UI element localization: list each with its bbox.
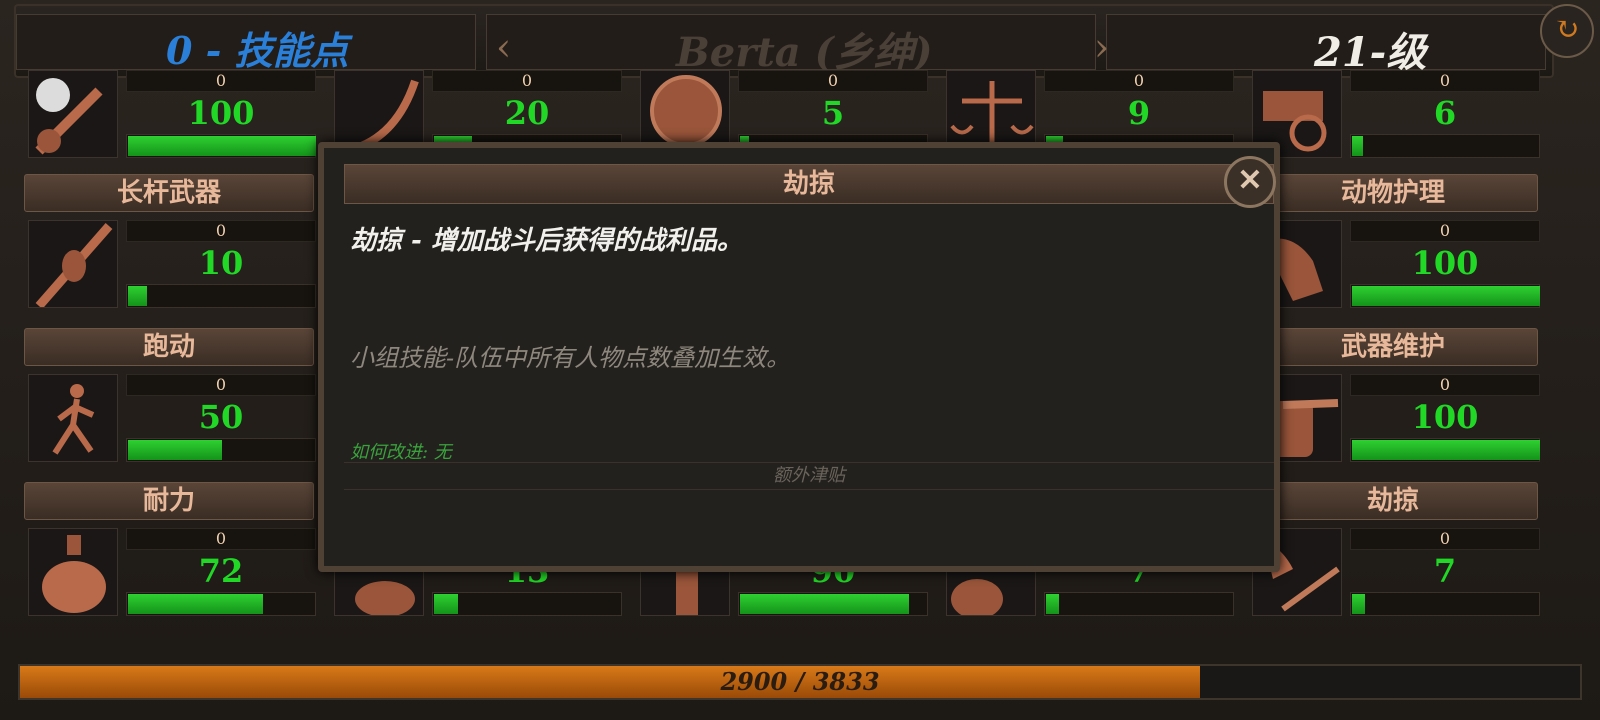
skill-bonus: 0 <box>1350 70 1540 92</box>
refresh-icon[interactable]: ↻ <box>1540 4 1594 58</box>
skill-progress-fill <box>1352 594 1366 614</box>
skill-title: 劫掠 <box>1248 482 1538 520</box>
skill-cell-running[interactable]: 跑动 0 50 <box>18 322 316 468</box>
skill-progress-fill <box>128 136 316 156</box>
skill-cell-looting[interactable]: 劫掠 0 7 <box>1242 476 1540 622</box>
skill-progress-bar <box>1350 592 1540 616</box>
skill-progress-fill <box>128 286 147 306</box>
skill-value: 7 <box>1433 552 1457 590</box>
skill-progress-bar <box>1350 134 1540 158</box>
skill-progress-bar <box>738 592 928 616</box>
runner-icon <box>28 374 118 462</box>
skill-value: 100 <box>1411 398 1479 436</box>
skill-bonus: 0 <box>1350 220 1540 242</box>
skill-progress-fill <box>1352 440 1540 460</box>
skill-value: 72 <box>198 552 244 590</box>
skill-bonus: 0 <box>126 220 316 242</box>
skill-bonus: 0 <box>432 70 622 92</box>
skill-bonus: 0 <box>126 528 316 550</box>
skill-progress-bar <box>1350 438 1540 462</box>
skill-progress-fill <box>128 440 222 460</box>
skill-cell-animal-care[interactable]: 动物护理 0 100 <box>1242 168 1540 314</box>
skill-bonus: 0 <box>738 70 928 92</box>
skill-progress-fill <box>128 594 264 614</box>
skill-title: 武器维护 <box>1248 328 1538 366</box>
popup-title: 劫掠 <box>344 164 1274 204</box>
skill-value: 50 <box>198 398 244 436</box>
skill-title: 跑动 <box>24 328 314 366</box>
skill-progress-bar <box>1350 284 1540 308</box>
skill-value: 100 <box>187 94 255 132</box>
popup-description: 劫掠 - 增加战斗后获得的战利品。 <box>350 226 743 256</box>
skill-cell[interactable]: 0 6 <box>1242 18 1540 164</box>
skill-progress-bar <box>432 592 622 616</box>
experience-text: 2900 / 3833 <box>720 667 880 696</box>
skill-title: 长杆武器 <box>24 174 314 212</box>
skill-cell-endurance[interactable]: 耐力 0 72 <box>18 476 316 622</box>
skill-title: 耐力 <box>24 482 314 520</box>
skill-progress-fill <box>434 594 459 614</box>
skill-cell-weapon-care[interactable]: 武器维护 0 100 <box>1242 322 1540 468</box>
popup-group-note: 小组技能-队伍中所有人物点数叠加生效。 <box>350 344 791 372</box>
popup-improve: 如何改进: 无 <box>350 442 452 463</box>
skill-progress-bar <box>1044 592 1234 616</box>
skill-value: 9 <box>1127 94 1151 132</box>
skill-value: 6 <box>1433 94 1457 132</box>
skill-progress-fill <box>1352 286 1540 306</box>
skill-progress-fill <box>740 594 910 614</box>
close-icon[interactable]: ✕ <box>1224 156 1276 208</box>
popup-extra-perks: 额外津贴 <box>344 462 1274 490</box>
touch-indicator <box>36 78 70 112</box>
polearm-icon <box>28 220 118 308</box>
skill-progress-fill <box>1352 136 1364 156</box>
skill-cell-polearms[interactable]: 长杆武器 0 10 <box>18 168 316 314</box>
skill-progress-bar <box>126 592 316 616</box>
skill-title: 动物护理 <box>1248 174 1538 212</box>
game-screen: 0 - 技能点 ‹ Berta (乡绅) › 21-级 ↻ 0 100 0 20… <box>0 0 1600 720</box>
skill-bonus: 0 <box>126 70 316 92</box>
skill-value: 5 <box>821 94 845 132</box>
skill-bonus: 0 <box>1350 528 1540 550</box>
skill-value: 10 <box>198 244 244 282</box>
flask-icon <box>28 528 118 616</box>
skill-bonus: 0 <box>1350 374 1540 396</box>
skill-bonus: 0 <box>126 374 316 396</box>
skill-value: 20 <box>504 94 550 132</box>
skill-bonus: 0 <box>1044 70 1234 92</box>
skill-progress-fill <box>1046 594 1060 614</box>
experience-bar: 2900 / 3833 <box>18 664 1582 700</box>
skill-progress-bar <box>126 134 316 158</box>
skill-info-popup: 劫掠 ✕ 劫掠 - 增加战斗后获得的战利品。 小组技能-队伍中所有人物点数叠加生… <box>318 142 1280 572</box>
skill-progress-bar <box>126 438 316 462</box>
skill-value: 100 <box>1411 244 1479 282</box>
skill-progress-bar <box>126 284 316 308</box>
